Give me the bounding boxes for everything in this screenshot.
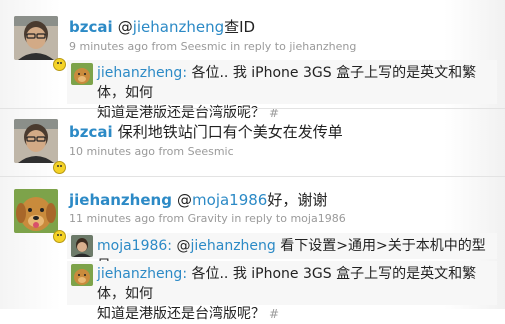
tweet-text-prefix: @ [177,191,193,209]
quoted-tweet: moja1986: @jiehanzheng 看下设置>通用>关于本机中的型号# [67,233,497,274]
tweet-text: 好，谢谢 [267,191,328,209]
quoted-text-line2: 知道是港版还是台湾版呢？ [97,306,265,322]
status-emoticon-icon [53,161,66,174]
from-label: from [158,212,185,225]
tweet: jiehanzheng @moja1986好，谢谢 11 minutes ago… [0,177,505,322]
quoted-tweet: jiehanzheng: 各位.. 我 iPhone 3GS 盒子上写的是英文和… [67,261,497,322]
avatar[interactable] [14,16,58,60]
mention-link[interactable]: jiehanzheng [190,238,275,254]
avatar[interactable] [14,119,58,163]
mention-link[interactable]: moja1986 [192,191,267,209]
reply-to-link[interactable]: moja1986 [290,212,345,225]
tweet-time[interactable]: 9 minutes ago [69,40,148,53]
tweet-source[interactable]: Seesmic [188,145,234,158]
timeline: bzcai @jiehanzheng查ID 9 minutes ago from… [0,0,505,322]
tweet-time[interactable]: 11 minutes ago [69,212,155,225]
tweet-author[interactable]: jiehanzheng [69,191,172,209]
mention-link[interactable]: jiehanzheng [133,18,224,36]
avatar[interactable] [14,189,58,233]
dog-photo-icon [71,63,93,85]
from-label: from [158,145,185,158]
reply-label: in reply to [231,212,287,225]
user-photo-icon [14,119,58,163]
mention-prefix: @ [176,238,191,254]
quoted-author[interactable]: moja1986: [97,238,172,254]
tweet-source[interactable]: Gravity [188,212,228,225]
tweet-time[interactable]: 10 minutes ago [69,145,155,158]
quoted-author[interactable]: jiehanzheng: [97,65,187,81]
tweet-text: 查ID [224,18,256,36]
quoted-author[interactable]: jiehanzheng: [97,266,187,282]
status-emoticon-icon [53,58,66,71]
dog-photo-icon [71,264,93,286]
tweet: bzcai @jiehanzheng查ID 9 minutes ago from… [0,0,505,121]
quoted-avatar[interactable] [71,235,93,257]
tweet-text-prefix: @ [117,18,133,36]
tweet: bzcai 保利地铁站门口有个美女在发传单 10 minutes ago fro… [0,109,505,175]
reply-label: in reply to [230,40,286,53]
from-label: from [151,40,178,53]
user-photo-icon [71,235,93,257]
permalink-hash[interactable]: # [269,307,279,321]
tweet-source[interactable]: Seesmic [181,40,227,53]
status-emoticon-icon [53,230,66,243]
tweet-author[interactable]: bzcai [69,123,113,141]
dog-photo-icon [14,189,58,233]
quoted-avatar[interactable] [71,63,93,85]
tweet-text: 保利地铁站门口有个美女在发传单 [117,123,343,141]
quoted-avatar[interactable] [71,264,93,286]
reply-to-link[interactable]: jiehanzheng [289,40,356,53]
user-photo-icon [14,16,58,60]
tweet-author[interactable]: bzcai [69,18,113,36]
quoted-tweet: jiehanzheng: 各位.. 我 iPhone 3GS 盒子上写的是英文和… [67,60,497,121]
